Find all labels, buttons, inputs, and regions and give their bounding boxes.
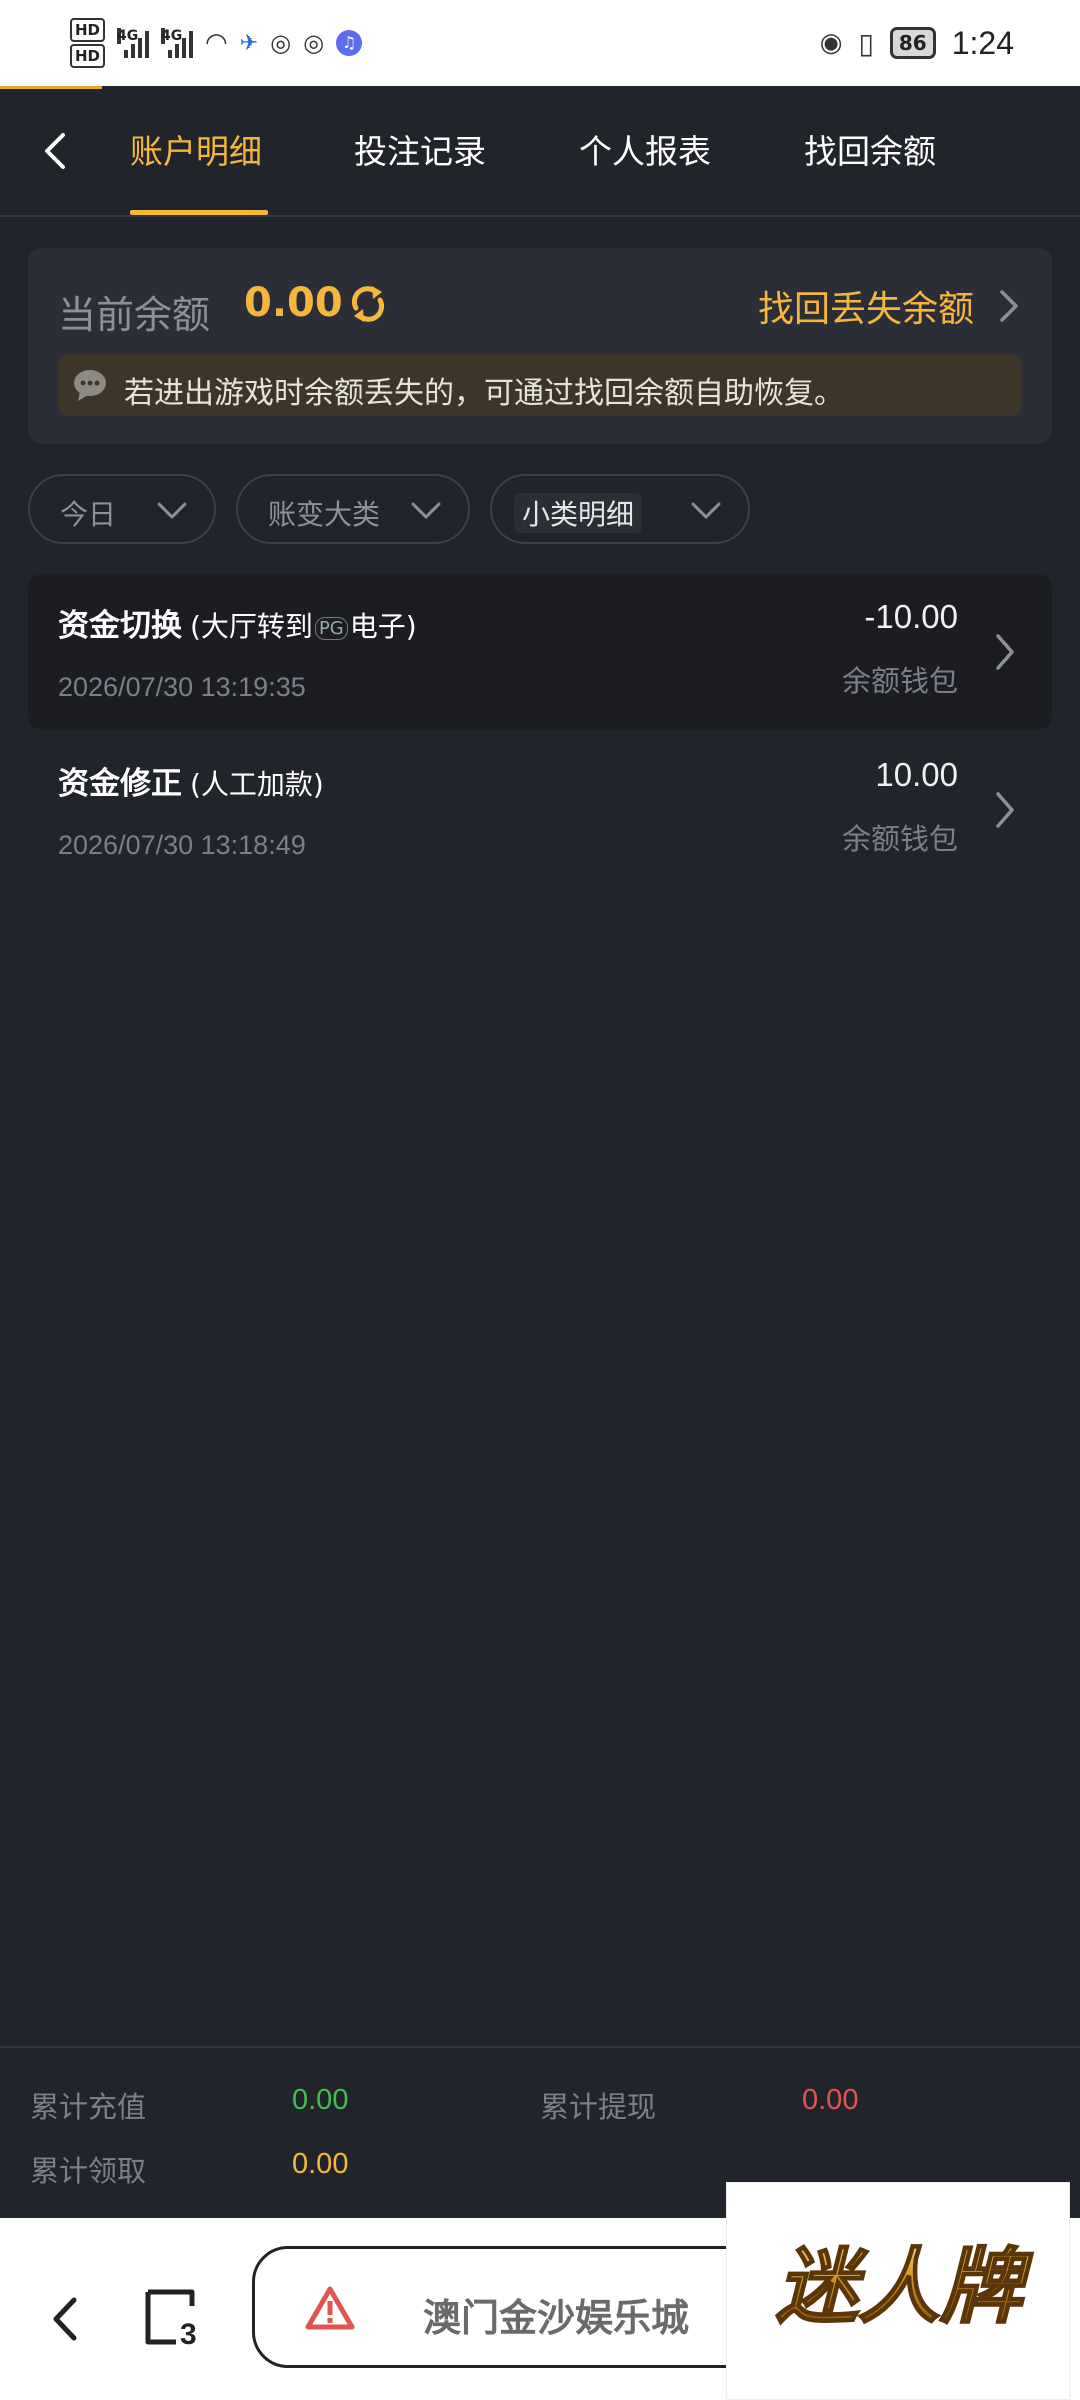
record-time: 2026/07/30 13:18:49	[58, 830, 306, 860]
chevron-down-icon	[411, 502, 441, 519]
list-item[interactable]: 资金修正 (人工加款) 2026/07/30 13:18:49 10.00 余额钱…	[28, 732, 1052, 888]
status-left: HD HD 4G 4G ◠ ✈ ◎ ◎ ♫	[70, 16, 363, 70]
record-time: 2026/07/30 13:19:35	[58, 672, 306, 702]
record-title: 资金修正 (人工加款)	[58, 758, 324, 803]
watermark-graphic: 迷人牌	[775, 2239, 1035, 2336]
total-claim-label: 累计领取	[30, 2154, 147, 2188]
status-right: ◉ ▯ 86 1:24	[820, 18, 1014, 68]
record-detail: (大厅转到 PG 电子)	[190, 610, 417, 643]
hd2-label: HD	[70, 44, 106, 68]
clock: 1:24	[951, 24, 1014, 61]
bird-icon: ✈	[239, 30, 259, 56]
total-withdraw-label: 累计提现	[540, 2090, 657, 2124]
signal-icon: 4G	[117, 28, 150, 58]
pg-logo-icon: PG	[314, 616, 348, 640]
tabs-icon[interactable]: 3	[142, 2284, 208, 2350]
notice-banner: 若进出游戏时余额丢失的，可通过找回余额自助恢复。	[58, 354, 1022, 416]
hotspot-icon-2: ◎	[303, 29, 325, 57]
record-type: 资金切换	[58, 608, 182, 644]
record-title: 资金切换 (大厅转到 PG 电子)	[58, 600, 417, 645]
tab-recover-balance[interactable]: 找回余额	[804, 125, 936, 173]
chevron-down-icon	[691, 502, 721, 519]
filter-date-label: 今日	[60, 498, 117, 531]
tab-account-details[interactable]: 账户明细	[130, 125, 262, 173]
tab-bet-records[interactable]: 投注记录	[354, 125, 486, 173]
back-button[interactable]	[26, 121, 86, 181]
record-wallet: 余额钱包	[841, 664, 958, 698]
recover-lost-balance-link[interactable]: 找回丢失余额	[758, 280, 974, 332]
chat-bubble-icon	[74, 370, 106, 401]
total-recharge-value: 0.00	[292, 2084, 349, 2116]
filter-date[interactable]: 今日	[28, 474, 216, 544]
filter-category-label: 账变大类	[268, 498, 381, 531]
music-icon: ♫	[336, 30, 363, 56]
filter-subcategory[interactable]: 小类明细	[490, 474, 750, 544]
refresh-icon[interactable]	[344, 280, 392, 328]
record-amount: -10.00	[864, 598, 958, 635]
balance-value: 0.00	[244, 280, 343, 326]
total-recharge-label: 累计充值	[30, 2090, 147, 2124]
list-item[interactable]: 资金切换 (大厅转到 PG 电子) 2026/07/30 13:19:35 -10.0…	[28, 574, 1052, 730]
record-type: 资金修正	[58, 766, 182, 802]
notice-text: 若进出游戏时余额丢失的，可通过找回余额自助恢复。	[124, 376, 844, 411]
top-nav: 账户明细 投注记录 个人报表 找回余额	[0, 89, 1080, 217]
balance-card: 当前余额 0.00 找回丢失余额 若进出游戏时余额丢失的，可通过找回余额自助恢复…	[28, 248, 1052, 444]
chevron-right-icon	[996, 792, 1014, 828]
hd1-label: HD	[70, 18, 106, 42]
active-tab-indicator	[130, 210, 268, 215]
chevron-left-icon	[45, 133, 65, 169]
chevron-down-icon	[157, 502, 187, 519]
tab-personal-report[interactable]: 个人报表	[579, 125, 711, 173]
tab-count: 3	[180, 2318, 197, 2350]
record-wallet: 余额钱包	[841, 822, 958, 856]
status-bar: HD HD 4G 4G ◠ ✈ ◎ ◎ ♫ ◉ ▯ 86 1:24	[0, 0, 1080, 86]
hotspot-icon: ◎	[270, 29, 292, 57]
filter-category[interactable]: 账变大类	[236, 474, 470, 544]
chevron-right-icon	[996, 634, 1014, 670]
wifi-icon: ◠	[205, 28, 228, 58]
browser-back-icon[interactable]	[46, 2294, 86, 2344]
record-amount: 10.00	[875, 756, 958, 793]
record-detail: (人工加款)	[190, 768, 324, 801]
balance-label: 当前余额	[58, 293, 211, 337]
record-detail-suffix: 电子)	[349, 610, 417, 643]
warning-icon	[305, 2286, 355, 2330]
net1-label: 4G	[117, 28, 139, 44]
chevron-right-icon[interactable]	[994, 286, 1022, 326]
eye-icon: ◉	[819, 28, 843, 58]
vibrate-icon: ▯	[858, 26, 874, 60]
watermark-logo: 迷人牌	[726, 2182, 1070, 2400]
record-detail-prefix: (大厅转到	[190, 610, 313, 643]
watermark-text: 迷人牌	[776, 2240, 1034, 2335]
signal-icon-2: 4G	[161, 28, 194, 58]
battery-indicator: 86	[889, 27, 936, 59]
filter-subcategory-label: 小类明细	[514, 493, 643, 533]
address-text: 澳门金沙娱乐城	[423, 2296, 690, 2340]
total-withdraw-value: 0.00	[802, 2084, 859, 2116]
net2-label: 4G	[161, 28, 183, 44]
hd-icon: HD HD	[70, 17, 106, 69]
total-claim-value: 0.00	[292, 2148, 349, 2180]
